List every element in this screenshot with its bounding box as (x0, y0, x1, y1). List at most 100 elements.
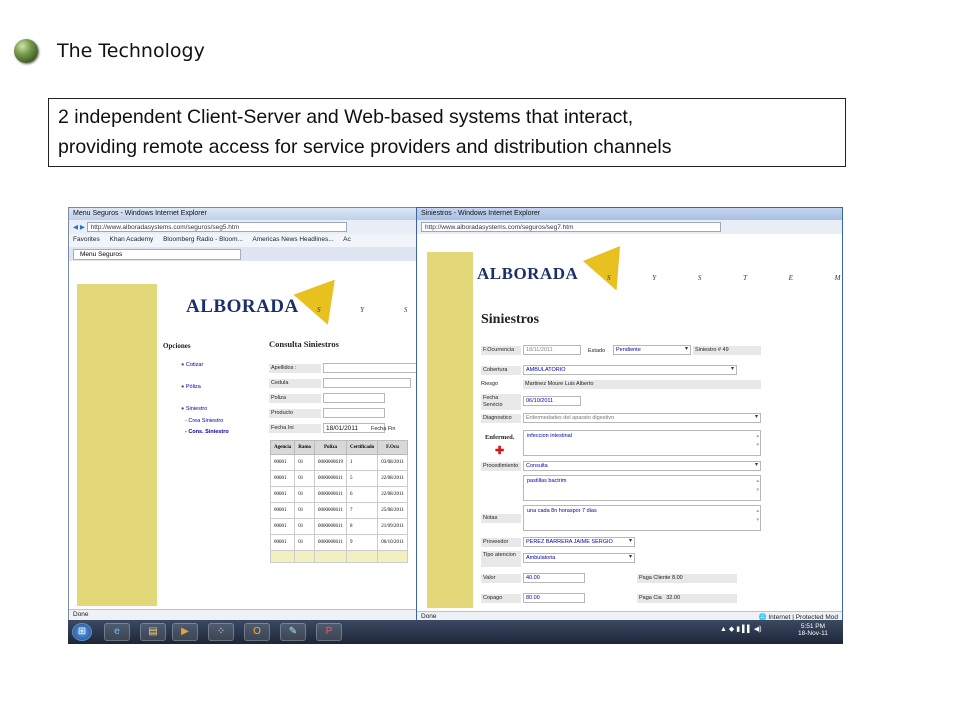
menu-siniestro[interactable]: ● Siniestro (181, 406, 207, 412)
table-cell: 21/09/2011 (377, 518, 408, 535)
fav-item[interactable]: Favorites (73, 236, 100, 243)
submenu-crea[interactable]: - Crea Siniestro (185, 418, 223, 424)
back-icon[interactable]: ◀ (73, 224, 78, 231)
right-url-field[interactable]: http://www.alboradasystems.com/seguros/s… (421, 222, 721, 232)
form-title: Consulta Siniestros (269, 339, 339, 349)
proveedor-select[interactable]: PEREZ BARRERA JAIME SERGIO (523, 537, 635, 547)
estado-label: Estado (588, 348, 606, 354)
diagnostico-select[interactable]: Enfermedades del aparato digestivo (523, 413, 761, 423)
folder-icon[interactable]: ▤ (140, 623, 166, 641)
riesgo-label: Riesgo (481, 381, 499, 387)
paga-cliente: Paga Cliente 8.00 (637, 574, 737, 583)
f-ocurrencia-input[interactable]: 18/11/2011 (523, 345, 581, 355)
table-row[interactable]: 00001 01 0000000611 8 21/09/2011 (269, 518, 408, 535)
menu-poliza[interactable]: ● Póliza (181, 384, 201, 390)
table-row[interactable]: 00001 01 0000000611 7 25/08/2011 (269, 502, 408, 519)
fav-item[interactable]: Americas News Headlines... (252, 236, 333, 243)
logo-subtitle: S Y S T E (317, 306, 419, 314)
field-label: Procedimiento (481, 462, 521, 471)
copago-input[interactable]: 80.00 (523, 593, 585, 603)
start-button-icon[interactable]: ⊞ (72, 623, 92, 641)
table-cell: 01 (294, 486, 316, 503)
table-cell (314, 550, 348, 563)
poliza-input[interactable] (323, 393, 385, 403)
table-cell: 01 (294, 518, 316, 535)
table-row[interactable]: 00001 01 0000000611 9 06/10/2011 (269, 534, 408, 551)
left-panel (77, 284, 157, 606)
left-tab-bar: Menu Seguros (69, 247, 419, 261)
table-cell: 7 (346, 502, 379, 519)
table-row[interactable]: 00001 01 0000000611 5 22/08/2011 (269, 470, 408, 487)
powerpoint-icon[interactable]: P (316, 623, 342, 641)
table-row[interactable]: 00001 01 0000000619 1 03/08/2011 (269, 454, 408, 471)
table-cell: 00001 (269, 534, 296, 551)
right-panel (427, 252, 473, 608)
submenu-consulta[interactable]: - Cons. Siniestro (185, 429, 229, 435)
paga-cia: Paga Cia 32.00 (637, 594, 737, 603)
field-label: F.Ocurrencia (481, 346, 521, 355)
col-header: F.Ocu (377, 440, 408, 455)
menu-poliza-label: Póliza (185, 384, 201, 390)
table-cell: 5 (346, 470, 379, 487)
medical-cross-icon: ✚ (495, 445, 505, 457)
media-player-icon[interactable]: ▶ (172, 623, 198, 641)
ie-icon[interactable]: e (104, 623, 130, 641)
tray-icons: ▲ ◆ ▮ ▌▌ ◀) (720, 626, 762, 633)
table-cell: 01 (294, 502, 316, 519)
field-label: Proveedor (481, 538, 521, 547)
table-cell: 00001 (269, 502, 296, 519)
cedula-input[interactable] (323, 378, 411, 388)
menu-title: Opciones (163, 342, 191, 350)
paga-cliente-label: Paga Cliente (639, 575, 671, 581)
paint-icon[interactable]: ✎ (280, 623, 306, 641)
table-cell: 00001 (269, 470, 296, 487)
fecha-servicio-input[interactable]: 06/10/2011 (523, 396, 581, 406)
paga-cia-value: 32.00 (666, 595, 680, 601)
cobertura-select[interactable]: AMBULATORIO (523, 365, 737, 375)
table-header-row: Agencia Ramo Poliza Certificado F.Ocu (269, 440, 408, 455)
fav-item[interactable]: Ac (343, 236, 351, 243)
fav-item[interactable]: Khan Academy (110, 236, 154, 243)
valor-input[interactable]: 40.00 (523, 573, 585, 583)
table-cell: 01 (294, 454, 316, 471)
table-cell: 22/08/2011 (377, 470, 408, 487)
field-label: Notas (481, 514, 521, 523)
field-label: Poliza (269, 394, 321, 403)
fav-item[interactable]: Bloomberg Radio - Bloom... (163, 236, 243, 243)
producto-input[interactable] (323, 408, 385, 418)
procedimiento-select[interactable]: Consulta (523, 461, 761, 471)
table-cell: 8 (346, 518, 379, 535)
table-cell: 01 (294, 534, 316, 551)
table-cell: 22/08/2011 (377, 486, 408, 503)
table-cell: 00001 (269, 518, 296, 535)
col-header: Certificado (346, 440, 379, 455)
col-header: Ramo (294, 440, 316, 455)
clock-date: 18-Nov-11 (798, 630, 828, 637)
page-heading: Siniestros (481, 312, 540, 327)
forward-icon[interactable]: ▶ (80, 224, 85, 231)
tab-menu-seguros[interactable]: Menu Seguros (73, 249, 241, 260)
table-cell: 00001 (269, 486, 296, 503)
enfermedad-textarea[interactable]: infeccion intestinal (523, 430, 761, 456)
estado-select[interactable]: Pendiente (613, 345, 691, 355)
table-cell: 9 (346, 534, 379, 551)
medicamentos-textarea[interactable]: pastillas bactrim (523, 475, 761, 501)
field-label: Fecha Ini (269, 424, 321, 433)
table-cell: 0000000611 (314, 486, 348, 503)
col-header: Poliza (314, 440, 348, 455)
table-row[interactable]: 00001 01 0000000611 6 22/08/2011 (269, 486, 408, 503)
table-cell: 00001 (269, 454, 296, 471)
table-empty-row (269, 550, 408, 563)
table-cell: 25/08/2011 (377, 502, 408, 519)
left-url-field[interactable]: http://www.alboradasystems.com/seguros/s… (86, 222, 347, 232)
notas-textarea[interactable]: una cada 8n horaspor 7 dias (523, 505, 761, 531)
clock[interactable]: 5:51 PM 18-Nov-11 (798, 623, 828, 637)
paga-cliente-value: 8.00 (672, 575, 683, 581)
tipo-atencion-select[interactable]: Ambulatoria (523, 553, 635, 563)
blackberry-icon[interactable]: ⁘ (208, 623, 234, 641)
outlook-icon[interactable]: O (244, 623, 270, 641)
table-cell (269, 550, 296, 563)
menu-cotizar[interactable]: ● Cotizar (181, 362, 203, 368)
apellidos-input[interactable] (323, 363, 419, 373)
left-status-bar: Done (69, 609, 419, 620)
